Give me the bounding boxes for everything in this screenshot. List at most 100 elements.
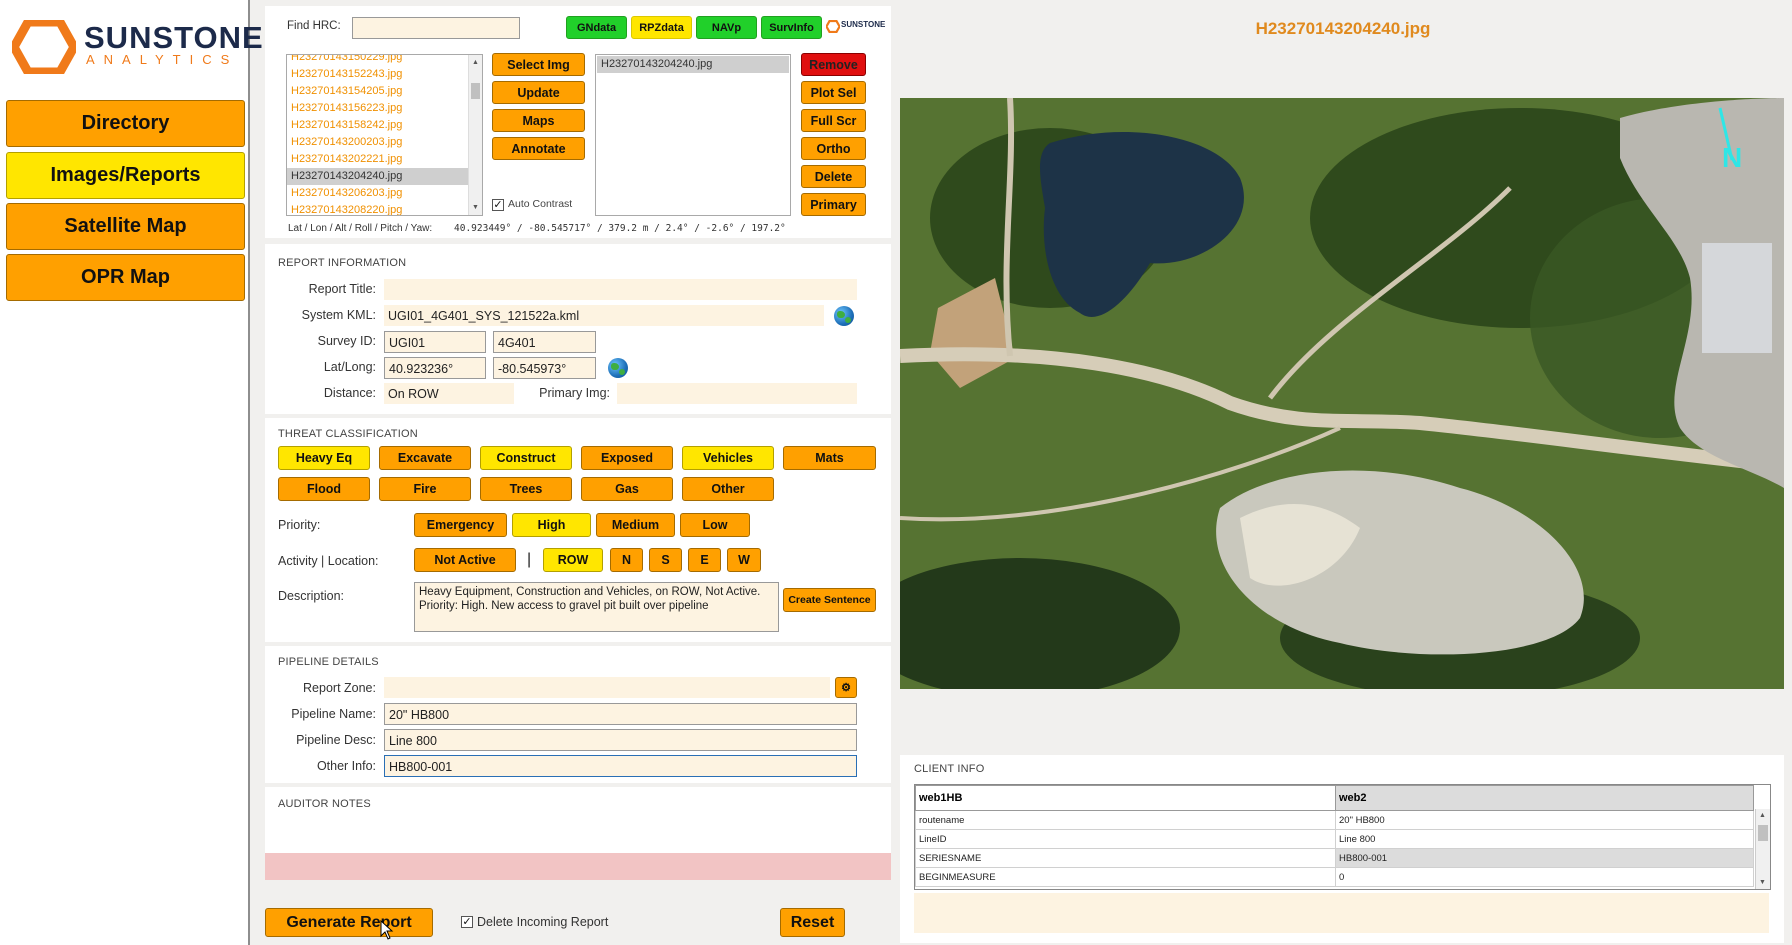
location-s-button[interactable]: S [649,548,682,572]
nav-opr-map[interactable]: OPR Map [6,254,245,301]
table-cell: LineID [915,829,1336,849]
find-hrc-input[interactable] [352,17,520,39]
auditor-title: AUDITOR NOTES [278,798,371,810]
threat-fire-button[interactable]: Fire [379,477,471,501]
list-item[interactable]: H23270143156223.jpg [287,100,482,117]
navp-button[interactable]: NAVp [696,16,757,39]
latlong-globe-icon[interactable] [608,358,628,378]
list-item[interactable]: H23270143208220.jpg [287,202,482,215]
table-scrollbar[interactable]: ▲ ▼ [1755,809,1770,889]
list-item-selected[interactable]: H23270143204240.jpg [597,56,789,73]
threat-mats-button[interactable]: Mats [783,446,876,470]
brand-sub: ANALYTICS [86,52,239,67]
generate-report-button[interactable]: Generate Report [265,908,433,937]
auditor-notes-field[interactable] [265,853,891,880]
priority-low-button[interactable]: Low [680,513,750,537]
table-row[interactable]: BEGINMEASURE 0 [915,867,1754,887]
survey-id-2-input[interactable]: 4G401 [493,331,596,353]
list-item[interactable]: H23270143202221.jpg [287,151,482,168]
column-header[interactable]: web2 [1335,785,1754,811]
reset-button[interactable]: Reset [780,908,845,937]
list-item[interactable]: H23270143200203.jpg [287,134,482,151]
nav-satellite-map[interactable]: Satellite Map [6,203,245,250]
ortho-button[interactable]: Ortho [801,137,866,160]
nav-directory[interactable]: Directory [6,100,245,147]
priority-medium-button[interactable]: Medium [596,513,675,537]
client-info-table[interactable]: web1HB web2 routename 20" HB800 LineID L… [914,784,1771,890]
threat-flood-button[interactable]: Flood [278,477,370,501]
annotate-button[interactable]: Annotate [492,137,585,160]
threat-exposed-button[interactable]: Exposed [581,446,673,470]
scroll-down-icon[interactable]: ▼ [472,204,479,211]
list-item[interactable]: H23270143150229.jpg [287,55,482,66]
pipeline-desc-input[interactable]: Line 800 [384,729,857,751]
distance-input[interactable]: On ROW [384,383,514,404]
long-input[interactable]: -80.545973° [493,357,596,379]
description-textarea[interactable]: Heavy Equipment, Construction and Vehicl… [414,582,779,632]
gndata-button[interactable]: GNdata [566,16,627,39]
list-item-selected[interactable]: H23270143204240.jpg [287,168,482,185]
priority-emergency-button[interactable]: Emergency [414,513,507,537]
mouse-cursor-icon [380,920,394,940]
location-e-button[interactable]: E [688,548,721,572]
priority-high-button[interactable]: High [512,513,591,537]
location-n-button[interactable]: N [610,548,643,572]
maps-button[interactable]: Maps [492,109,585,132]
client-notes-field[interactable] [914,893,1769,933]
primary-img-label: Primary Img: [539,386,610,400]
table-row[interactable]: SERIESNAME HB800-001 [915,848,1754,868]
selected-image-list[interactable]: H23270143204240.jpg [595,54,791,216]
scroll-up-icon[interactable]: ▲ [472,59,479,66]
other-info-input[interactable]: HB800-001 [384,755,857,777]
create-sentence-button[interactable]: Create Sentence [783,588,876,612]
scroll-down-icon[interactable]: ▼ [1759,879,1766,886]
select-img-button[interactable]: Select Img [492,53,585,76]
list-item[interactable]: H23270143154205.jpg [287,83,482,100]
nav-images-reports[interactable]: Images/Reports [6,152,245,199]
system-kml-input[interactable]: UGI01_4G401_SYS_121522a.kml [384,305,824,326]
table-row[interactable]: LineID Line 800 [915,829,1754,849]
threat-construct-button[interactable]: Construct [480,446,572,470]
column-header[interactable]: web1HB [915,785,1336,811]
list-item[interactable]: H23270143158242.jpg [287,117,482,134]
survinfo-button[interactable]: SurvInfo [761,16,822,39]
auto-contrast-checkbox[interactable]: ✓ [492,199,504,211]
threat-heavy-eq-button[interactable]: Heavy Eq [278,446,370,470]
delete-button[interactable]: Delete [801,165,866,188]
aerial-image[interactable]: N [900,98,1784,689]
location-row-button[interactable]: ROW [543,548,603,572]
threat-excavate-button[interactable]: Excavate [379,446,471,470]
scroll-up-icon[interactable]: ▲ [1759,812,1766,819]
remove-button[interactable]: Remove [801,53,866,76]
pipeline-name-input[interactable]: 20" HB800 [384,703,857,725]
plot-sel-button[interactable]: Plot Sel [801,81,866,104]
threat-vehicles-button[interactable]: Vehicles [682,446,774,470]
image-file-list[interactable]: H23270143150229.jpg H23270143152243.jpg … [286,54,483,216]
scroll-thumb[interactable] [471,83,480,99]
kml-globe-icon[interactable] [834,306,854,326]
update-button[interactable]: Update [492,81,585,104]
location-w-button[interactable]: W [727,548,761,572]
delete-incoming-checkbox[interactable]: ✓ [461,916,473,928]
scroll-thumb[interactable] [1758,825,1768,841]
list-item[interactable]: H23270143152243.jpg [287,66,482,83]
distance-label: Distance: [323,386,376,400]
lat-input[interactable]: 40.923236° [384,357,486,379]
auto-contrast-label: Auto Contrast [508,198,573,210]
coords-value: 40.923449° / -80.545717° / 379.2 m / 2.4… [454,223,786,234]
full-scr-button[interactable]: Full Scr [801,109,866,132]
report-title-input[interactable] [384,279,857,300]
zone-settings-icon[interactable]: ⚙ [835,677,857,698]
table-row[interactable]: routename 20" HB800 [915,810,1754,830]
rpzdata-button[interactable]: RPZdata [631,16,692,39]
not-active-button[interactable]: Not Active [414,548,516,572]
list-scrollbar[interactable]: ▲ ▼ [468,55,482,215]
threat-gas-button[interactable]: Gas [581,477,673,501]
primary-img-input[interactable] [617,383,857,404]
primary-button[interactable]: Primary [801,193,866,216]
list-item[interactable]: H23270143206203.jpg [287,185,482,202]
threat-trees-button[interactable]: Trees [480,477,572,501]
report-zone-input[interactable] [384,677,830,698]
threat-other-button[interactable]: Other [682,477,774,501]
survey-id-1-input[interactable]: UGI01 [384,331,486,353]
